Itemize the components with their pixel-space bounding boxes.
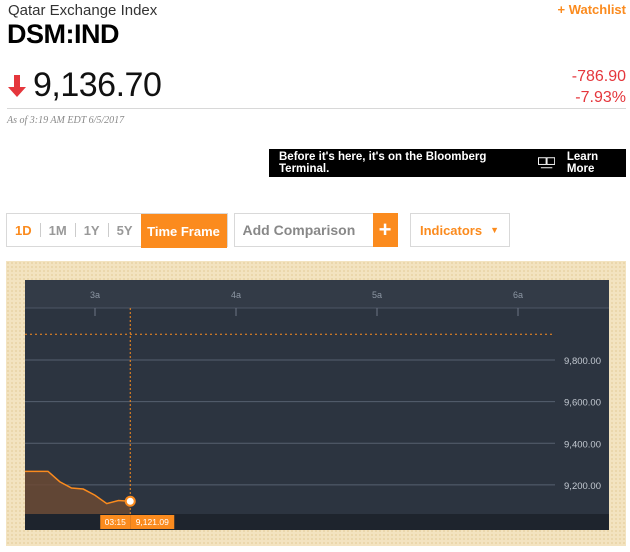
add-comparison-input[interactable] — [233, 213, 373, 247]
ticker-symbol: DSM:IND — [7, 19, 120, 49]
y-tick-label: 9,600.00 — [564, 398, 601, 409]
x-tick-label: 3a — [90, 290, 100, 300]
crosshair-value-label: 9,121.09 — [136, 517, 169, 527]
index-name: Qatar Exchange Index — [8, 2, 158, 19]
price-chart[interactable]: 3a 4a 5a 6a 9,800.00 9,600.00 9,400.00 9,200.00… — [25, 280, 609, 530]
y-tick-label: 9,800.00 — [564, 356, 601, 367]
chart-frame: 3a 4a 5a 6a 9,800.00 9,600.00 9,400.00 9,200.00… — [6, 261, 626, 546]
crosshair-point — [124, 495, 136, 507]
divider — [7, 108, 626, 109]
down-arrow-icon — [8, 74, 26, 97]
price-change: -786.90 -7.93% — [572, 66, 626, 108]
y-tick-label: 9,400.00 — [564, 439, 601, 450]
indicators-dropdown[interactable]: Indicators ▼ — [409, 213, 510, 247]
as-of-timestamp: As of 3:19 AM EDT 6/5/2017 — [7, 115, 125, 126]
time-frame-button[interactable]: Time Frame — [140, 214, 227, 248]
range-selector: 1D 1M 1Y 5Y Time Frame — [6, 213, 228, 248]
x-tick-label: 5a — [372, 290, 382, 300]
x-tick-label: 6a — [513, 290, 523, 300]
range-1m-button[interactable]: 1M — [41, 214, 75, 246]
indicators-label: Indicators — [419, 222, 483, 238]
range-1y-button[interactable]: 1Y — [76, 214, 108, 246]
banner-message: Before it's here, it's on the Bloomberg … — [279, 151, 487, 175]
range-1d-button[interactable]: 1D — [7, 214, 40, 246]
add-comparison-button[interactable]: + — [372, 213, 398, 247]
y-tick-label: 9,200.00 — [564, 481, 601, 492]
x-tick-label: 4a — [231, 290, 241, 300]
chart-controls: 1D 1M 1Y 5Y Time Frame + Indicators ▼ — [6, 213, 510, 248]
chart-background — [25, 280, 609, 530]
chevron-down-icon: ▼ — [490, 225, 500, 235]
learn-more-link[interactable]: Learn More — [567, 151, 626, 175]
net-change: -786.90 — [571, 68, 626, 85]
terminal-icon — [537, 157, 555, 169]
price-row: 9,136.70 — [7, 66, 162, 105]
percent-change: -7.93% — [575, 89, 626, 106]
add-to-watchlist-link[interactable]: + Watchlist — [557, 2, 626, 17]
crosshair-time-label: 03:15 — [105, 517, 127, 527]
range-5y-button[interactable]: 5Y — [109, 214, 141, 246]
last-price: 9,136.70 — [33, 66, 162, 104]
terminal-banner[interactable]: Before it's here, it's on the Bloomberg … — [269, 149, 626, 177]
